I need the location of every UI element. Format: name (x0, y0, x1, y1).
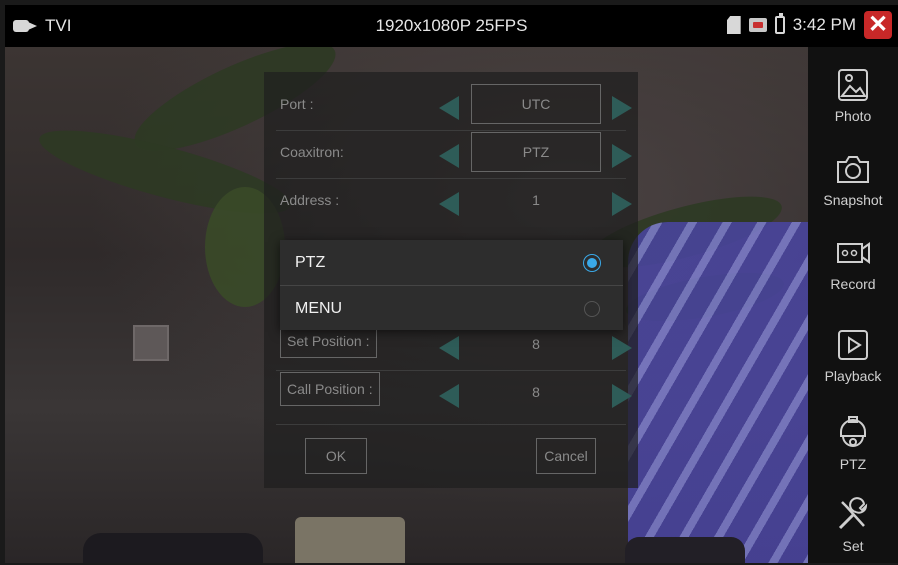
divider (276, 370, 626, 371)
battery-icon (774, 13, 785, 34)
arrow-left-icon[interactable] (439, 384, 459, 408)
sidebar-item-record[interactable]: Record (808, 223, 898, 303)
camera-icon (834, 150, 872, 188)
radio-selected-icon[interactable] (584, 255, 600, 271)
arrow-right-icon[interactable] (612, 144, 632, 168)
tools-icon (834, 496, 872, 534)
ok-button[interactable]: OK (305, 438, 367, 474)
divider (276, 424, 626, 425)
sidebar-item-label: Photo (834, 108, 872, 124)
port-value[interactable]: UTC (471, 84, 601, 124)
address-label: Address : (280, 192, 340, 208)
tool-sidebar: Photo Snapshot Record Playback PTZ Set (808, 47, 898, 563)
arrow-right-icon[interactable] (612, 192, 632, 216)
divider (276, 178, 626, 179)
option-label: PTZ (295, 254, 326, 271)
call-position-value[interactable]: 8 (471, 372, 601, 412)
option-ptz[interactable]: PTZ (280, 240, 623, 285)
divider (276, 130, 626, 131)
arrow-right-icon[interactable] (612, 336, 632, 360)
chair (628, 222, 808, 563)
sidebar-item-photo[interactable]: Photo (808, 55, 898, 135)
port-label: Port : (280, 96, 314, 112)
ptz-camera-icon (834, 414, 872, 452)
address-value[interactable]: 1 (471, 180, 601, 220)
cup (295, 517, 405, 563)
sidebar-item-playback[interactable]: Playback (808, 315, 898, 395)
sidebar-item-label: Set (842, 538, 864, 554)
arrow-left-icon[interactable] (439, 192, 459, 216)
port-row: Port : UTC (276, 84, 632, 128)
sidebar-item-set[interactable]: Set (808, 485, 898, 565)
option-menu[interactable]: MENU (280, 286, 623, 331)
sidebar-item-snapshot[interactable]: Snapshot (808, 139, 898, 219)
camera-input-icon (13, 19, 39, 33)
address-row: Address : 1 (276, 180, 632, 224)
usb-icon (748, 18, 767, 32)
arrow-right-icon[interactable] (612, 96, 632, 120)
arrow-left-icon[interactable] (439, 96, 459, 120)
cancel-button[interactable]: Cancel (536, 438, 596, 474)
close-button[interactable]: ✕ (864, 11, 892, 39)
status-bar: TVI 1920x1080P 25FPS 3:42 PM ✕ (5, 5, 898, 47)
sidebar-item-label: Playback (824, 368, 882, 384)
sidebar-item-label: PTZ (839, 456, 867, 472)
coaxitron-mode-popup: PTZ MENU (280, 240, 623, 330)
photo-icon (834, 66, 872, 104)
coaxitron-value[interactable]: PTZ (471, 132, 601, 172)
arrow-left-icon[interactable] (439, 336, 459, 360)
clock: 3:42 PM (792, 15, 856, 34)
sidebar-item-label: Snapshot (823, 192, 883, 208)
arrow-left-icon[interactable] (439, 144, 459, 168)
call-position-button[interactable]: Call Position : (280, 372, 380, 406)
option-label: MENU (295, 300, 343, 317)
seat (625, 537, 745, 563)
mode-label: TVI (45, 16, 72, 35)
wall-switch (133, 325, 169, 361)
sidebar-item-label: Record (830, 276, 876, 292)
playback-icon (834, 326, 872, 364)
record-icon (834, 234, 872, 272)
sd-card-icon (726, 16, 741, 34)
coaxitron-row: Coaxitron: PTZ (276, 132, 632, 176)
radio-unselected-icon[interactable] (584, 301, 600, 317)
coaxitron-label: Coaxitron: (280, 144, 344, 160)
seat (83, 533, 263, 563)
call-position-row: Call Position : 8 (276, 372, 632, 416)
arrow-right-icon[interactable] (612, 384, 632, 408)
sidebar-item-ptz[interactable]: PTZ (808, 403, 898, 483)
